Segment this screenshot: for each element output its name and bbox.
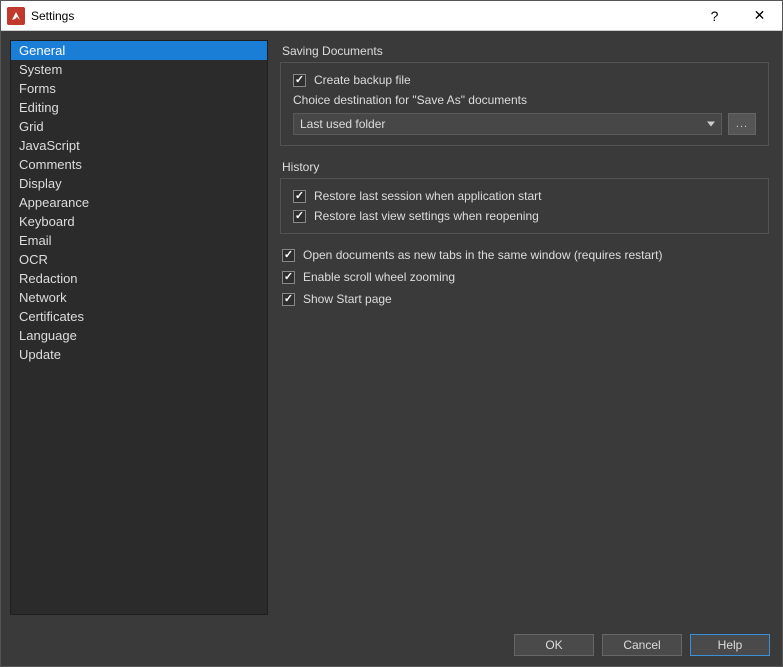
restore-session-checkbox[interactable] — [293, 190, 306, 203]
start-page-label: Show Start page — [303, 292, 392, 306]
open-tabs-row: Open documents as new tabs in the same w… — [282, 248, 769, 262]
help-icon[interactable]: ? — [692, 1, 737, 31]
titlebar-controls: ? ✕ — [692, 1, 782, 31]
sidebar-item-general[interactable]: General — [11, 41, 267, 60]
close-icon[interactable]: ✕ — [737, 1, 782, 31]
group-label: History — [280, 160, 769, 174]
create-backup-label: Create backup file — [314, 73, 411, 87]
open-tabs-checkbox[interactable] — [282, 249, 295, 262]
saving-documents-group: Saving Documents Create backup file Choi… — [280, 44, 769, 146]
scroll-zoom-checkbox[interactable] — [282, 271, 295, 284]
history-group: History Restore last session when applic… — [280, 160, 769, 234]
sidebar-item-system[interactable]: System — [11, 60, 267, 79]
sidebar-item-appearance[interactable]: Appearance — [11, 193, 267, 212]
group-box: Create backup file Choice destination fo… — [280, 62, 769, 146]
restore-view-row: Restore last view settings when reopenin… — [293, 209, 756, 223]
content-area: GeneralSystemFormsEditingGridJavaScriptC… — [1, 31, 782, 624]
general-options: Open documents as new tabs in the same w… — [280, 248, 769, 314]
save-as-dest-row: Last used folder ... — [293, 113, 756, 135]
restore-session-row: Restore last session when application st… — [293, 189, 756, 203]
browse-button[interactable]: ... — [728, 113, 756, 135]
group-box: Restore last session when application st… — [280, 178, 769, 234]
sidebar-item-language[interactable]: Language — [11, 326, 267, 345]
sidebar-item-certificates[interactable]: Certificates — [11, 307, 267, 326]
restore-view-label: Restore last view settings when reopenin… — [314, 209, 539, 223]
open-tabs-label: Open documents as new tabs in the same w… — [303, 248, 663, 262]
group-label: Saving Documents — [280, 44, 769, 58]
start-page-checkbox[interactable] — [282, 293, 295, 306]
restore-session-label: Restore last session when application st… — [314, 189, 541, 203]
ok-button[interactable]: OK — [514, 634, 594, 656]
save-as-dest-value: Last used folder — [300, 117, 385, 131]
save-as-dest-label: Choice destination for "Save As" documen… — [293, 93, 756, 107]
sidebar-item-forms[interactable]: Forms — [11, 79, 267, 98]
save-as-dest-select[interactable]: Last used folder — [293, 113, 722, 135]
create-backup-checkbox[interactable] — [293, 74, 306, 87]
window-title: Settings — [31, 9, 692, 23]
sidebar-item-display[interactable]: Display — [11, 174, 267, 193]
scroll-zoom-row: Enable scroll wheel zooming — [282, 270, 769, 284]
titlebar: Settings ? ✕ — [1, 1, 782, 31]
restore-view-checkbox[interactable] — [293, 210, 306, 223]
sidebar-item-grid[interactable]: Grid — [11, 117, 267, 136]
start-page-row: Show Start page — [282, 292, 769, 306]
dialog-footer: OK Cancel Help — [1, 624, 782, 666]
sidebar-item-editing[interactable]: Editing — [11, 98, 267, 117]
sidebar-item-network[interactable]: Network — [11, 288, 267, 307]
chevron-down-icon — [707, 122, 715, 127]
scroll-zoom-label: Enable scroll wheel zooming — [303, 270, 455, 284]
sidebar-item-redaction[interactable]: Redaction — [11, 269, 267, 288]
sidebar-item-email[interactable]: Email — [11, 231, 267, 250]
sidebar-item-comments[interactable]: Comments — [11, 155, 267, 174]
sidebar-item-javascript[interactable]: JavaScript — [11, 136, 267, 155]
create-backup-row: Create backup file — [293, 73, 756, 87]
help-button[interactable]: Help — [690, 634, 770, 656]
settings-window: Settings ? ✕ GeneralSystemFormsEditingGr… — [0, 0, 783, 667]
cancel-button[interactable]: Cancel — [602, 634, 682, 656]
app-icon — [7, 7, 25, 25]
sidebar-item-update[interactable]: Update — [11, 345, 267, 364]
settings-panel: Saving Documents Create backup file Choi… — [276, 40, 773, 615]
sidebar-item-keyboard[interactable]: Keyboard — [11, 212, 267, 231]
sidebar-item-ocr[interactable]: OCR — [11, 250, 267, 269]
category-sidebar[interactable]: GeneralSystemFormsEditingGridJavaScriptC… — [10, 40, 268, 615]
